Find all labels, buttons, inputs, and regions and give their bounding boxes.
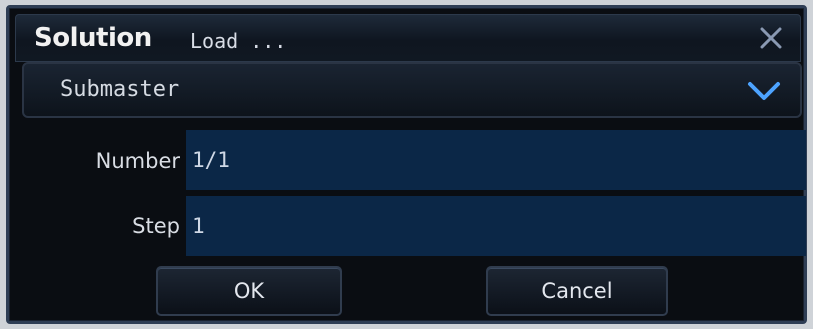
app-brand: Solution (34, 23, 152, 53)
dialog-title: Load ... (190, 29, 287, 53)
close-icon[interactable] (756, 23, 786, 53)
chevron-down-icon[interactable] (746, 78, 782, 102)
step-label: Step (132, 214, 180, 238)
number-field[interactable]: 1/1 (186, 130, 806, 190)
ok-button[interactable]: OK (156, 266, 342, 316)
step-value: 1 (192, 214, 205, 238)
number-label: Number (95, 149, 180, 173)
type-dropdown[interactable]: Submaster (22, 62, 802, 118)
title-bar: Solution Load ... (15, 14, 801, 62)
cancel-button[interactable]: Cancel (486, 266, 668, 316)
number-value: 1/1 (192, 148, 230, 172)
step-field[interactable]: 1 (186, 196, 806, 256)
dropdown-selected-value: Submaster (60, 77, 180, 102)
